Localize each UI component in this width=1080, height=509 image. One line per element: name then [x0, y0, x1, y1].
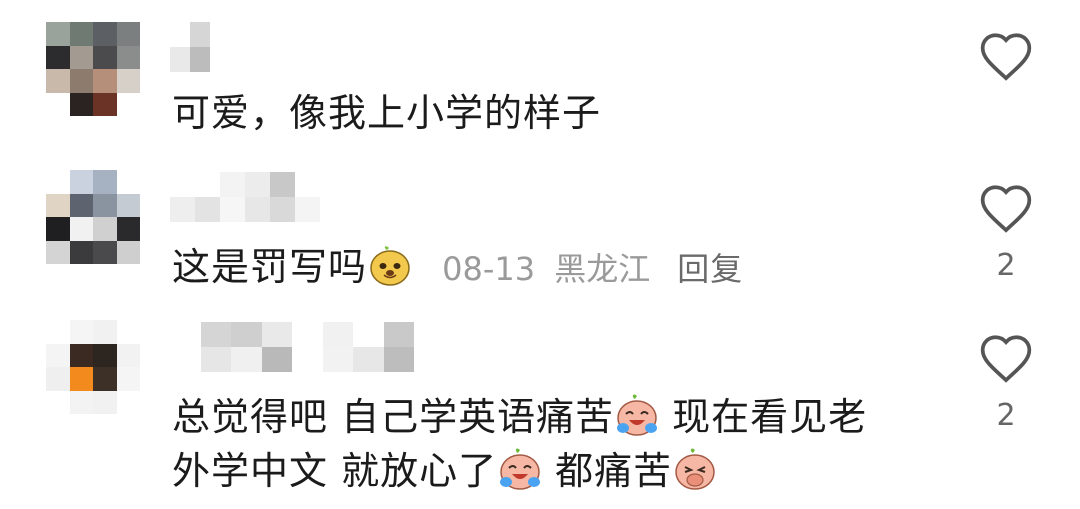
username-pixelated[interactable] — [170, 22, 210, 72]
comment-text-row: 总觉得吧 自己学英语痛苦 现在看见老 — [172, 390, 867, 444]
comment-text: 外学中文 就放心了 — [172, 449, 498, 493]
like-count: 2 — [996, 248, 1016, 283]
reply-button[interactable]: 回复 — [677, 250, 743, 288]
cover-mouth-emoji — [675, 448, 715, 490]
comment-text-row: 外学中文 就放心了 都痛苦 — [172, 444, 718, 498]
comment-text: 可爱，像我上小学的样子 — [172, 91, 602, 135]
heart-outline-icon[interactable] — [978, 332, 1034, 384]
avatar[interactable] — [46, 170, 140, 264]
heart-outline-icon[interactable] — [978, 182, 1034, 234]
crying-laugh-emoji — [617, 394, 658, 436]
smug-face-emoji — [370, 246, 410, 286]
username-pixelated[interactable] — [170, 172, 320, 222]
username-pixelated[interactable] — [170, 322, 414, 372]
avatar[interactable] — [46, 22, 140, 116]
like-count: 2 — [996, 398, 1016, 433]
comment-text: 都痛苦 — [555, 449, 673, 493]
crying-laugh-emoji — [500, 448, 541, 490]
comment-text: 总觉得吧 自己学英语痛苦 — [172, 395, 615, 439]
comment-text: 现在看见老 — [672, 395, 868, 439]
comment-text: 这是罚写吗 — [172, 245, 368, 289]
avatar[interactable] — [46, 320, 140, 414]
heart-outline-icon[interactable] — [978, 30, 1034, 82]
comment-location: 黑龙江 — [554, 250, 651, 288]
comment-text-row: 这是罚写吗 08-13 黑龙江 回复 — [172, 240, 743, 296]
comment-date: 08-13 — [442, 250, 536, 288]
